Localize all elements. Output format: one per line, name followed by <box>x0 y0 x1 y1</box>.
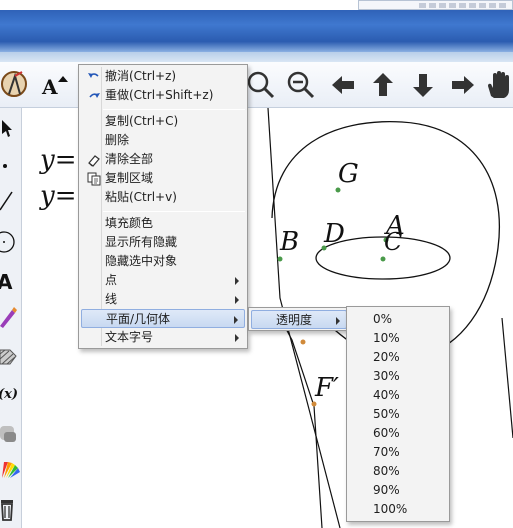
menu-item-9[interactable]: 隐藏选中对象 <box>81 252 245 271</box>
opacity-option[interactable]: 10% <box>349 329 447 348</box>
label-G: G <box>338 159 359 189</box>
menu-item-2[interactable]: 复制(Ctrl+C) <box>81 112 245 131</box>
opacity-option[interactable]: 20% <box>349 348 447 367</box>
menu-separator <box>103 109 245 110</box>
menu-item-label: 平面/几何体 <box>106 312 171 326</box>
menu-item-4[interactable]: 清除全部 <box>81 150 245 169</box>
menu-item-13[interactable]: 文本字号 <box>81 328 245 347</box>
menu-item-11[interactable]: 线 <box>81 290 245 309</box>
undo-icon <box>87 70 101 84</box>
point-B <box>277 256 283 262</box>
zoom-out-icon[interactable] <box>284 68 318 102</box>
select-arrow-icon[interactable] <box>0 112 22 144</box>
opacity-option[interactable]: 40% <box>349 386 447 405</box>
svg-text:A: A <box>0 270 13 294</box>
menu-item-label: 填充颜色 <box>105 216 154 230</box>
menu-item-0[interactable]: 撤消(Ctrl+z) <box>81 67 245 86</box>
opacity-option[interactable]: 30% <box>349 367 447 386</box>
menu-item-label: 删除 <box>105 133 130 147</box>
label-C: C <box>384 228 402 256</box>
menu-item-5[interactable]: 复制区域 <box>81 169 245 188</box>
menu-item-label: 线 <box>105 292 118 306</box>
opacity-option[interactable]: 0% <box>349 310 447 329</box>
hand-pan-icon[interactable] <box>482 68 513 102</box>
opacity-option[interactable]: 90% <box>349 481 447 500</box>
redo-icon <box>87 89 101 103</box>
opacity-option[interactable]: 60% <box>349 424 447 443</box>
document-thumbnail <box>358 0 513 10</box>
opacity-option[interactable]: 80% <box>349 462 447 481</box>
line-far-right <box>501 317 513 439</box>
submenu-arrow-icon <box>235 296 239 304</box>
line-left-edge <box>277 313 323 528</box>
submenu-arrow-icon <box>235 277 239 285</box>
app-window: A A (x) G D A C B F′ y= y= 撤消(Ctrl+z) 重做… <box>0 0 513 528</box>
toolbar: A <box>0 62 513 108</box>
arrow-right-icon[interactable] <box>446 68 480 102</box>
point-C <box>380 256 386 262</box>
label-B: B <box>279 227 299 257</box>
line-tool-icon[interactable] <box>0 184 22 216</box>
point-icon[interactable] <box>0 150 22 182</box>
pen-icon[interactable] <box>0 300 22 332</box>
submenu-item-opacity[interactable]: 透明度 <box>251 310 347 329</box>
menu-item-label: 复制区域 <box>105 171 154 185</box>
menu-item-3[interactable]: 删除 <box>81 131 245 150</box>
menu-item-12[interactable]: 平面/几何体 <box>81 309 245 328</box>
palette-icon[interactable] <box>0 454 22 486</box>
label-F-prime: F′ <box>314 373 339 403</box>
equation-label-2: y= <box>39 181 76 211</box>
circle-tool-icon[interactable] <box>0 226 22 258</box>
arrow-left-icon[interactable] <box>326 68 360 102</box>
menu-item-label: 复制(Ctrl+C) <box>105 114 179 128</box>
arrow-down-icon[interactable] <box>406 68 440 102</box>
menu-item-label: 撤消(Ctrl+z) <box>105 69 177 83</box>
label-D: D <box>323 219 345 249</box>
copy-region-icon <box>87 172 101 186</box>
shade-icon[interactable] <box>0 416 22 448</box>
svg-text:A: A <box>41 75 58 99</box>
menu-item-8[interactable]: 显示所有隐藏 <box>81 233 245 252</box>
submenu-arrow-icon <box>234 316 238 324</box>
menu-item-10[interactable]: 点 <box>81 271 245 290</box>
opacity-submenu: 0% 10% 20% 30% 40% 50% 60% 70% 80% 90% 100% <box>346 306 450 522</box>
menu-separator <box>103 211 245 212</box>
text-size-icon[interactable]: A <box>38 68 72 102</box>
menu-item-label: 显示所有隐藏 <box>105 235 178 249</box>
zoom-in-icon[interactable] <box>244 68 278 102</box>
submenu-arrow-icon <box>235 334 239 342</box>
equation-label-1: y= <box>39 145 76 175</box>
context-menu: 撤消(Ctrl+z) 重做(Ctrl+Shift+z) 复制(Ctrl+C) 删除清除… <box>78 64 248 349</box>
eraser-icon <box>87 153 101 167</box>
menu-item-6[interactable]: 粘贴(Ctrl+v) <box>81 188 245 207</box>
fill-hatch-icon[interactable] <box>0 338 22 370</box>
opacity-option[interactable]: 50% <box>349 405 447 424</box>
plane-submenu: 透明度 <box>248 307 350 331</box>
trash-icon[interactable] <box>0 492 22 524</box>
opacity-option[interactable]: 100% <box>349 500 447 519</box>
menu-item-7[interactable]: 填充颜色 <box>81 214 245 233</box>
menu-item-label: 点 <box>105 273 118 287</box>
point-orange-1 <box>300 339 306 345</box>
arrow-up-icon[interactable] <box>366 68 400 102</box>
text-tool-icon[interactable]: A <box>0 264 22 296</box>
menu-item-label: 重做(Ctrl+Shift+z) <box>105 88 214 102</box>
title-bar-edge <box>0 52 513 62</box>
submenu-item-label: 透明度 <box>276 313 313 327</box>
submenu-arrow-icon <box>336 317 340 325</box>
menu-item-label: 粘贴(Ctrl+v) <box>105 190 177 204</box>
title-bar <box>0 10 513 52</box>
menu-item-label: 清除全部 <box>105 152 154 166</box>
menu-item-label: 隐藏选中对象 <box>105 254 178 268</box>
menu-item-label: 文本字号 <box>105 330 154 344</box>
opacity-option[interactable]: 70% <box>349 443 447 462</box>
menu-item-1[interactable]: 重做(Ctrl+Shift+z) <box>81 86 245 105</box>
compass-icon[interactable] <box>0 68 34 102</box>
tool-sidebar: A (x) <box>0 108 22 528</box>
function-icon[interactable]: (x) <box>0 376 22 408</box>
svg-text:(x): (x) <box>0 387 18 402</box>
